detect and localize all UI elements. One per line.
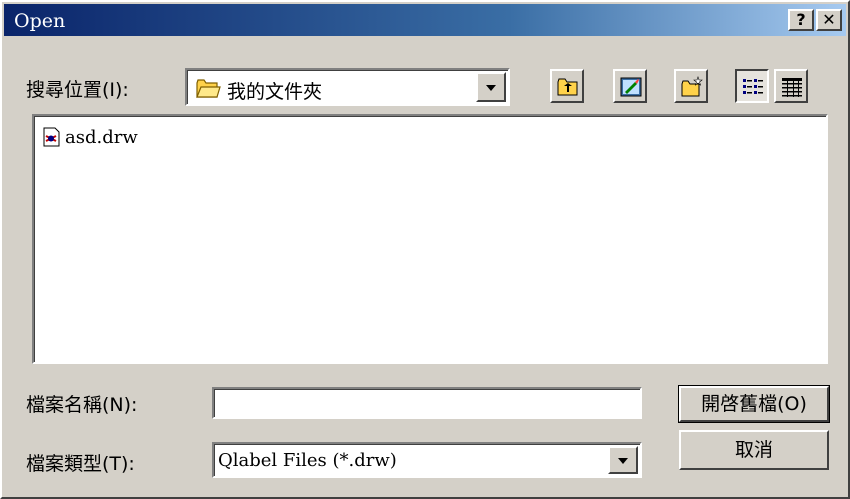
desktop-button[interactable] <box>613 69 647 103</box>
file-name: asd.drw <box>65 127 138 148</box>
title-bar[interactable]: Open ? ✕ <box>4 4 846 36</box>
filetype-combobox[interactable]: Qlabel Files (*.drw) <box>212 442 642 478</box>
look-in-value: 我的文件夾 <box>227 81 323 103</box>
list-view-button[interactable] <box>735 69 769 103</box>
filetype-value: Qlabel Files (*.drw) <box>218 450 397 471</box>
open-button-label: 開啓舊檔(O) <box>701 393 807 415</box>
window-title: Open <box>14 10 66 32</box>
new-folder-button[interactable] <box>674 69 708 103</box>
close-button[interactable]: ✕ <box>816 9 842 31</box>
open-folder-icon <box>195 77 221 103</box>
cancel-button[interactable]: 取消 <box>679 430 829 470</box>
details-view-button[interactable] <box>774 69 808 103</box>
help-icon: ? <box>796 10 806 29</box>
filename-field[interactable] <box>212 387 642 419</box>
cancel-button-label: 取消 <box>734 439 773 461</box>
filename-input[interactable] <box>218 392 628 414</box>
look-in-combobox[interactable]: 我的文件夾 <box>185 68 510 106</box>
chevron-down-icon <box>486 85 496 91</box>
file-list[interactable] <box>32 114 828 364</box>
filetype-dropdown-button[interactable] <box>608 446 638 474</box>
close-icon: ✕ <box>822 10 836 29</box>
open-dialog: Open ? ✕ 搜尋位置(I): 我的文件夾 asd.drw 檔案名稱(N):… <box>0 0 850 499</box>
filename-label: 檔案名稱(N): <box>26 394 138 416</box>
up-one-level-button[interactable] <box>550 69 584 103</box>
help-button[interactable]: ? <box>788 9 814 31</box>
look-in-label: 搜尋位置(I): <box>26 79 129 101</box>
look-in-dropdown-button[interactable] <box>476 72 506 102</box>
open-button[interactable]: 開啓舊檔(O) <box>678 385 830 423</box>
drawing-file-icon <box>42 127 62 152</box>
filetype-label: 檔案類型(T): <box>26 453 135 475</box>
chevron-down-icon <box>618 458 628 464</box>
